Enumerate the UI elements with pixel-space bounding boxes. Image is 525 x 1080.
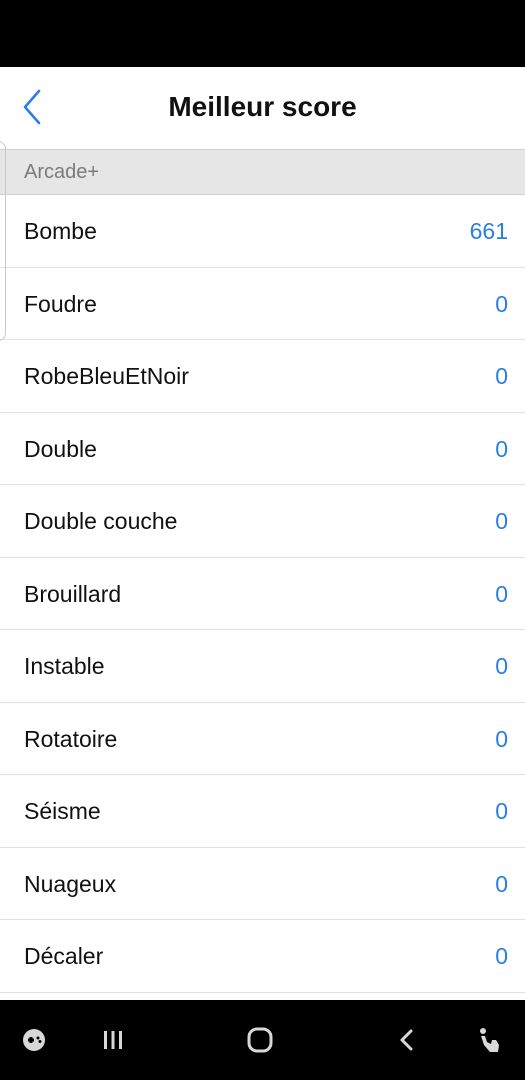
edge-panel-handle[interactable] [0, 141, 6, 341]
section-label: Arcade+ [24, 161, 100, 183]
score-row-seisme[interactable]: Séisme 0 [0, 775, 525, 848]
score-value: 661 [469, 218, 508, 244]
score-value: 0 [495, 435, 508, 462]
game-launcher-icon [23, 1029, 45, 1051]
score-value: 0 [495, 798, 508, 824]
mode-name: Séisme [24, 798, 101, 824]
home-icon [247, 1027, 273, 1053]
score-value: 0 [495, 508, 508, 534]
score-row-bombe[interactable]: Bombe 661 [0, 195, 525, 268]
score-value: 0 [495, 725, 508, 752]
score-list: Bombe 661 Foudre 0 RobeBleuEtNoir 0 Doub… [0, 195, 525, 1000]
score-value: 0 [495, 943, 508, 969]
score-row-rotatoire[interactable]: Rotatoire 0 [0, 702, 525, 775]
score-value: 0 [495, 290, 508, 317]
score-row-brouillard[interactable]: Brouillard 0 [0, 557, 525, 630]
score-row-double-couche[interactable]: Double couche 0 [0, 485, 525, 558]
accessibility-icon [480, 1028, 499, 1052]
score-value: 0 [495, 580, 508, 607]
mode-name: RobeBleuEtNoir [24, 363, 189, 389]
score-row-instable[interactable]: Instable 0 [0, 630, 525, 703]
mode-name: Foudre [24, 290, 97, 317]
app-header: Meilleur score [0, 67, 525, 149]
mode-name: Nuageux [24, 870, 117, 897]
page-title: Meilleur score [168, 91, 357, 122]
score-row-nuageux[interactable]: Nuageux 0 [0, 847, 525, 920]
score-row-foudre[interactable]: Foudre 0 [0, 267, 525, 340]
score-row-robebleuetnoir[interactable]: RobeBleuEtNoir 0 [0, 340, 525, 413]
mode-name: Double couche [24, 508, 178, 534]
score-row-decaler[interactable]: Décaler 0 [0, 920, 525, 993]
home-button[interactable] [240, 1020, 280, 1060]
recent-apps-icon [104, 1031, 122, 1049]
mode-name: Brouillard [24, 580, 122, 607]
score-value: 0 [495, 870, 508, 897]
score-value: 0 [495, 653, 508, 679]
score-value: 0 [495, 363, 508, 389]
status-bar [0, 0, 525, 67]
mode-name: Double [24, 435, 97, 462]
mode-name: Rotatoire [24, 725, 118, 752]
mode-name: Décaler [24, 943, 104, 969]
back-icon [400, 1029, 413, 1051]
score-row-double[interactable]: Double 0 [0, 412, 525, 485]
recent-apps-button[interactable] [93, 1020, 133, 1060]
mode-name: Bombe [24, 218, 97, 244]
back-nav-button[interactable] [387, 1020, 427, 1060]
game-launcher-button[interactable] [14, 1020, 54, 1060]
section-header: Arcade+ [0, 149, 525, 195]
mode-name: Instable [24, 653, 105, 679]
accessibility-button[interactable] [469, 1020, 509, 1060]
navigation-bar [0, 1000, 525, 1080]
